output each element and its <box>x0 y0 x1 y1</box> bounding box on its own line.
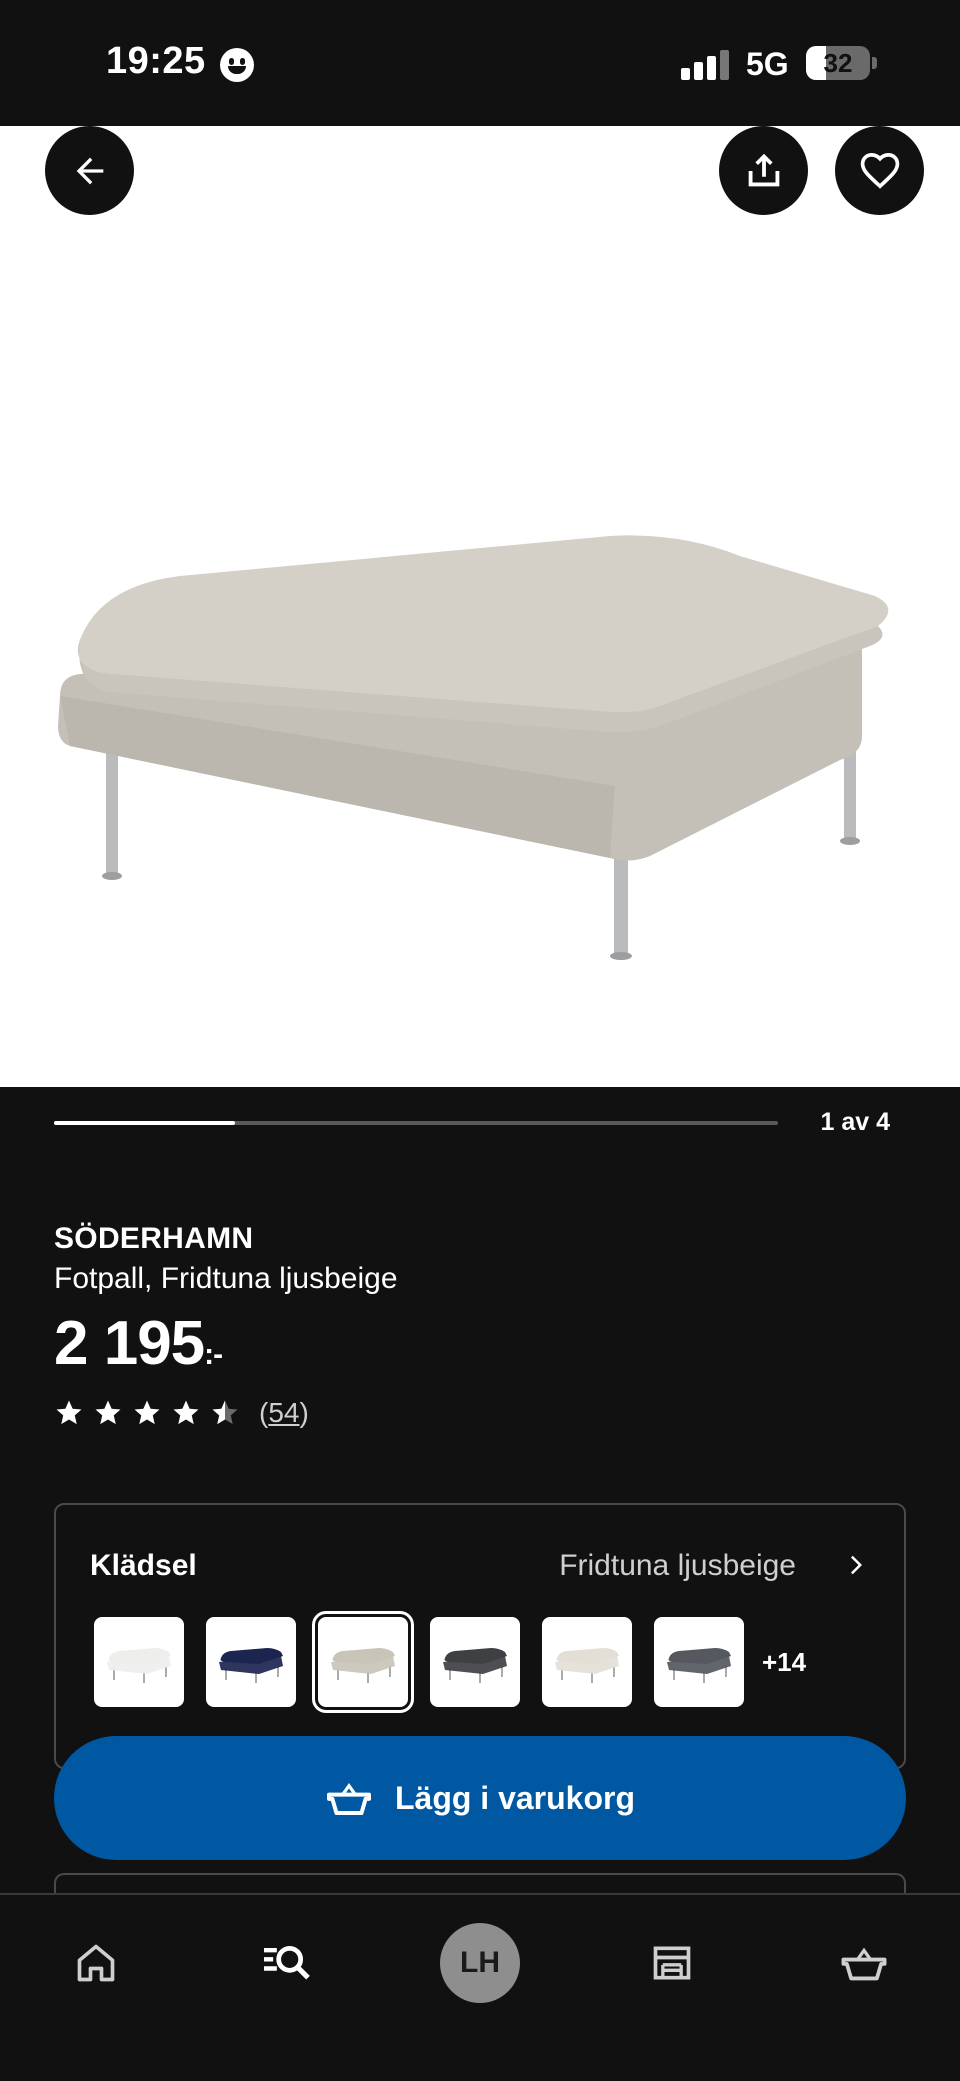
network-label: 5G <box>746 46 789 82</box>
arrow-left-icon <box>76 157 103 184</box>
color-swatch[interactable] <box>94 1617 184 1707</box>
bottom-nav: LH <box>0 1893 960 2081</box>
heart-icon <box>860 152 899 189</box>
product-price: 2 195:- <box>54 1308 223 1379</box>
review-count: 54 <box>268 1397 300 1428</box>
upholstery-label: Klädsel <box>90 1549 197 1582</box>
carousel-progress-fill <box>54 1121 235 1125</box>
nav-cart[interactable] <box>824 1923 904 2003</box>
price-suffix: :- <box>204 1338 223 1371</box>
swatch-ottoman-thumbnail <box>219 1648 283 1683</box>
basket-icon <box>326 1783 371 1815</box>
status-time: 19:25 <box>106 40 206 82</box>
more-swatches-count[interactable]: +14 <box>762 1647 806 1678</box>
product-image <box>58 535 889 960</box>
battery-tip <box>872 57 877 69</box>
price-value: 2 195 <box>54 1309 205 1378</box>
search-list-icon <box>264 1945 310 1980</box>
add-to-cart-label: Lägg i varukorg <box>394 1779 636 1816</box>
color-swatch[interactable] <box>542 1617 632 1707</box>
signal-icon <box>681 50 729 80</box>
star-icon <box>56 1400 82 1425</box>
chevron-right-icon[interactable] <box>842 1547 872 1583</box>
swatch-list: +14 <box>94 1611 806 1713</box>
upholstery-selector[interactable]: Klädsel Fridtuna ljusbeige +14 <box>54 1503 906 1769</box>
review-close-paren: ) <box>299 1397 309 1428</box>
product-brand: SÖDERHAMN <box>54 1222 254 1255</box>
star-icon <box>95 1400 121 1425</box>
add-to-cart-button[interactable]: Lägg i varukorg <box>54 1736 906 1860</box>
avatar-initials: LH <box>460 1946 500 1979</box>
share-button[interactable] <box>719 126 808 215</box>
half-star-icon <box>212 1400 238 1425</box>
carousel-progress <box>54 1121 778 1125</box>
nav-stores[interactable] <box>632 1923 712 2003</box>
battery-icon: 32 <box>806 46 870 80</box>
star-icon <box>173 1400 199 1425</box>
swatch-ottoman-thumbnail <box>107 1648 171 1683</box>
product-rating[interactable]: (54) <box>54 1396 309 1430</box>
nav-profile[interactable]: LH <box>440 1923 520 2003</box>
back-button[interactable] <box>45 126 134 215</box>
home-icon <box>77 1944 115 1982</box>
nav-search[interactable] <box>246 1923 326 2003</box>
share-icon <box>748 153 779 186</box>
review-count-link[interactable]: (54) <box>259 1397 309 1429</box>
upholstery-value: Fridtuna ljusbeige <box>559 1549 796 1582</box>
smiley-icon <box>220 48 254 82</box>
star-icon <box>134 1400 160 1425</box>
favorite-button[interactable] <box>835 126 924 215</box>
swatch-ottoman-thumbnail <box>667 1648 731 1683</box>
swatch-ottoman-thumbnail <box>555 1648 619 1683</box>
product-image-area[interactable] <box>0 126 960 1087</box>
review-open-paren: ( <box>259 1397 269 1428</box>
carousel-page-count: 1 av 4 <box>820 1108 890 1136</box>
nav-home[interactable] <box>56 1923 136 2003</box>
store-icon <box>653 1946 691 1980</box>
basket-icon <box>841 1947 887 1981</box>
battery-level: 32 <box>823 48 853 78</box>
avatar: LH <box>440 1923 520 2003</box>
color-swatch[interactable] <box>206 1617 296 1707</box>
color-swatch[interactable] <box>430 1617 520 1707</box>
swatch-ottoman-thumbnail <box>443 1648 507 1683</box>
product-subtitle: Fotpall, Fridtuna ljusbeige <box>54 1262 398 1295</box>
swatch-ottoman-thumbnail <box>331 1648 395 1683</box>
color-swatch[interactable] <box>654 1617 744 1707</box>
status-bar: 19:25 5G 32 <box>0 0 960 126</box>
color-swatch[interactable] <box>312 1611 414 1713</box>
